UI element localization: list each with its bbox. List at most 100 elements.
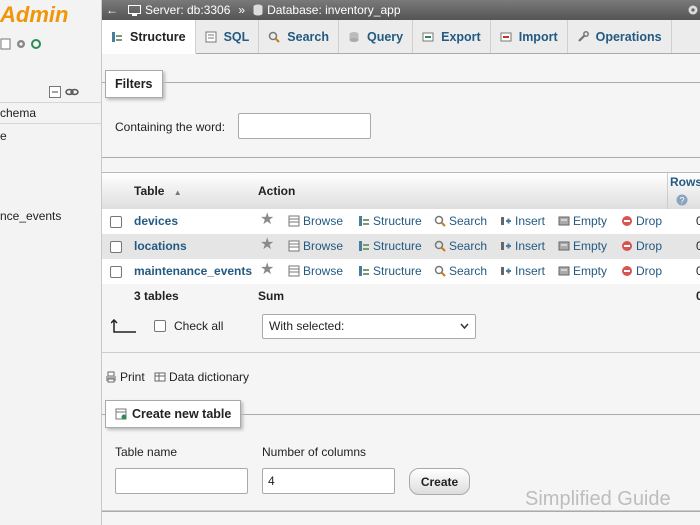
filter-word-input[interactable] — [238, 113, 371, 139]
structure-action[interactable]: Structure — [358, 239, 422, 253]
data-dictionary-link[interactable]: Data dictionary — [154, 370, 249, 384]
table-row[interactable]: maintenance_events ★ Browse Structure Search… — [102, 259, 700, 284]
drop-action[interactable]: Drop — [621, 239, 662, 253]
arrow-left-icon[interactable]: ← — [106, 3, 118, 17]
drop-icon — [622, 241, 632, 251]
favorite-star-icon[interactable]: ★ — [260, 212, 274, 228]
structure-icon — [112, 31, 122, 42]
tab-sql-label: SQL — [223, 29, 250, 44]
empty-icon — [558, 266, 570, 276]
reload-icon[interactable] — [30, 38, 42, 50]
tab-import-label: Import — [518, 29, 558, 44]
search-icon — [434, 215, 446, 227]
empty-action[interactable]: Empty — [558, 264, 607, 278]
number-of-columns-input[interactable] — [262, 468, 395, 494]
sidebar-item-schema[interactable]: chema — [0, 106, 36, 120]
table-row[interactable]: devices ★ Browse Structure Search Insert Empty… — [102, 209, 700, 234]
phpmyadmin-logo[interactable]: Admin — [0, 2, 68, 28]
help-icon[interactable]: ? — [676, 194, 688, 206]
empty-action[interactable]: Empty — [558, 214, 607, 228]
insert-label: Insert — [515, 214, 546, 228]
tab-operations[interactable]: Operations — [568, 20, 672, 53]
sidebar-toolbar — [0, 38, 42, 50]
structure-action[interactable]: Structure — [358, 264, 422, 278]
tab-operations-label: Operations — [595, 29, 662, 44]
insert-icon — [501, 267, 511, 275]
column-header-rows[interactable]: Rows — [670, 175, 700, 189]
tab-structure-label: Structure — [130, 29, 186, 44]
empty-label: Empty — [573, 264, 608, 278]
breadcrumb-database[interactable]: Database: inventory_app — [267, 3, 400, 17]
sidebar-item-db[interactable]: e — [0, 129, 7, 143]
browse-action[interactable]: Browse — [288, 214, 343, 228]
search-icon — [434, 240, 446, 252]
tab-search-label: Search — [287, 29, 329, 44]
browse-label: Browse — [303, 239, 344, 253]
tab-query-label: Query — [366, 29, 404, 44]
collapse-all-icon[interactable] — [49, 86, 61, 98]
column-header-table-label: Table — [134, 184, 165, 198]
tab-structure[interactable]: Structure — [102, 20, 196, 54]
row-checkbox[interactable] — [110, 266, 122, 278]
row-checkbox[interactable] — [110, 241, 122, 253]
empty-label: Empty — [573, 214, 608, 228]
with-selected-select[interactable]: With selected: — [262, 314, 476, 339]
favorite-star-icon[interactable]: ★ — [260, 262, 274, 278]
gear-icon[interactable] — [15, 38, 27, 50]
structure-action[interactable]: Structure — [358, 214, 422, 228]
docs-icon[interactable] — [0, 38, 12, 50]
tab-sql[interactable]: SQL — [196, 20, 260, 53]
browse-action[interactable]: Browse — [288, 264, 343, 278]
settings-icon[interactable] — [687, 4, 699, 16]
row-checkbox[interactable] — [110, 216, 122, 228]
main-panel: ← Server: db:3306 » Database: inventory_… — [102, 0, 700, 525]
drop-icon — [622, 216, 632, 226]
sidebar-item-maintenance-events[interactable]: nce_events — [0, 209, 61, 223]
column-header-action: Action — [258, 184, 296, 198]
tab-import[interactable]: Import — [491, 20, 568, 53]
check-all-checkbox[interactable] — [154, 320, 166, 332]
search-action[interactable]: Search — [434, 239, 487, 253]
database-icon — [253, 4, 263, 16]
summary-rows: 0 — [696, 289, 700, 303]
tab-search[interactable]: Search — [259, 20, 339, 53]
insert-action[interactable]: Insert — [500, 214, 545, 228]
search-action[interactable]: Search — [434, 214, 487, 228]
export-icon — [422, 32, 434, 41]
breadcrumb-server[interactable]: Server: db:3306 — [145, 3, 230, 17]
table-name-link[interactable]: devices — [134, 214, 178, 228]
create-table-legend-label: Create new table — [132, 407, 232, 421]
insert-label: Insert — [515, 264, 546, 278]
browse-label: Browse — [303, 264, 344, 278]
tab-query[interactable]: Query — [339, 20, 414, 53]
favorite-star-icon[interactable]: ★ — [260, 237, 274, 253]
table-name-link[interactable]: maintenance_events — [134, 264, 252, 278]
browse-action[interactable]: Browse — [288, 239, 343, 253]
tab-export[interactable]: Export — [413, 20, 491, 53]
drop-label: Drop — [636, 214, 663, 228]
sql-icon — [205, 31, 217, 42]
with-selected-value: With selected: — [269, 319, 345, 333]
structure-label: Structure — [373, 239, 422, 253]
drop-icon — [622, 266, 632, 276]
check-all-label[interactable]: Check all — [174, 319, 223, 333]
print-link[interactable]: Print — [105, 370, 145, 384]
insert-action[interactable]: Insert — [500, 264, 545, 278]
summary-sum-label: Sum — [258, 289, 285, 303]
create-button[interactable]: Create — [409, 468, 470, 495]
search-icon — [269, 31, 280, 43]
breadcrumb: ← Server: db:3306 » Database: inventory_… — [102, 0, 700, 20]
search-label: Search — [449, 214, 488, 228]
table-row[interactable]: locations ★ Browse Structure Search Insert Emp… — [102, 234, 700, 259]
empty-action[interactable]: Empty — [558, 239, 607, 253]
insert-action[interactable]: Insert — [500, 239, 545, 253]
drop-action[interactable]: Drop — [621, 214, 662, 228]
create-table-legend: Create new table — [105, 400, 242, 428]
table-name-input[interactable] — [115, 468, 248, 494]
link-icon[interactable] — [65, 86, 79, 98]
drop-action[interactable]: Drop — [621, 264, 662, 278]
column-header-table[interactable]: Table ▲ — [134, 184, 182, 198]
browse-icon — [288, 215, 300, 227]
table-name-link[interactable]: locations — [134, 239, 187, 253]
search-action[interactable]: Search — [434, 264, 487, 278]
